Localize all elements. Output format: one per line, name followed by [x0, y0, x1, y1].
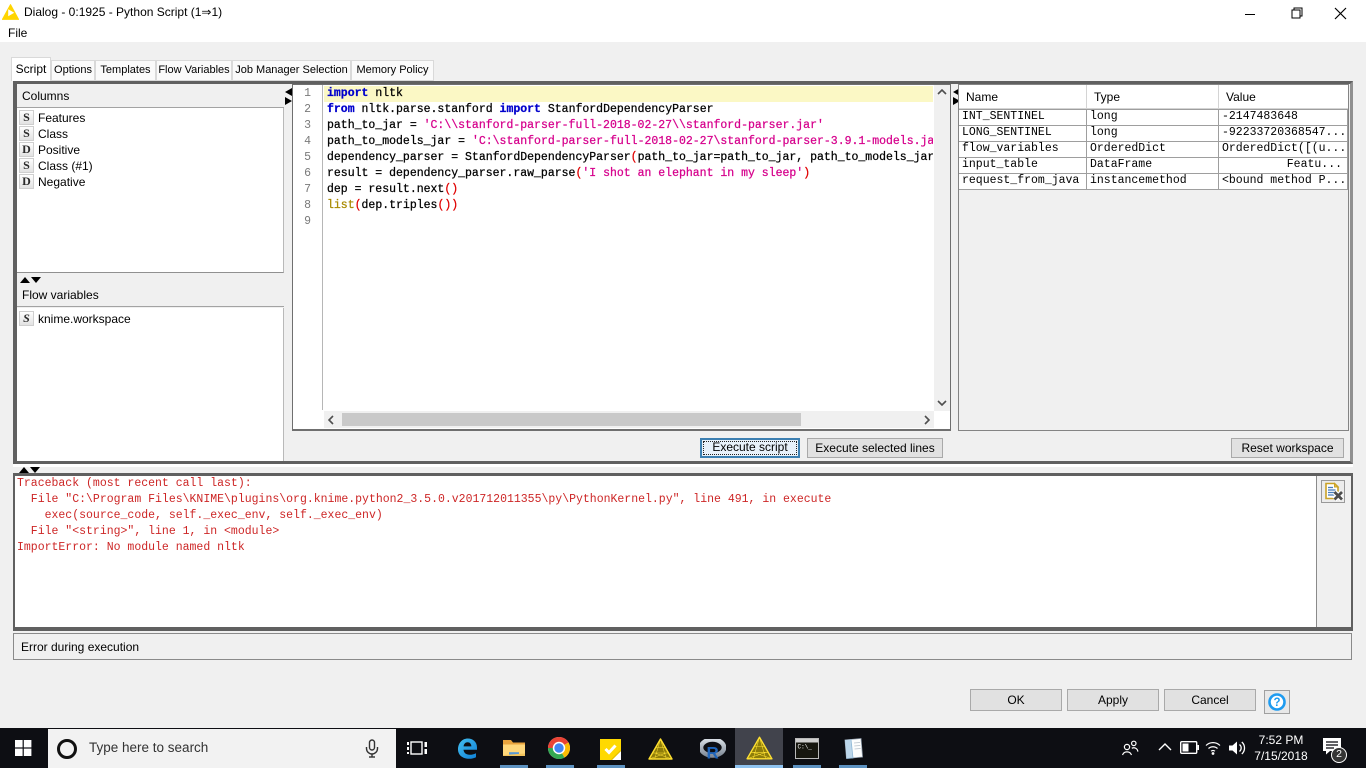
svg-text:R: R — [707, 744, 719, 760]
svg-text:?: ? — [1273, 697, 1280, 709]
svg-text:C:\_: C:\_ — [798, 744, 813, 751]
